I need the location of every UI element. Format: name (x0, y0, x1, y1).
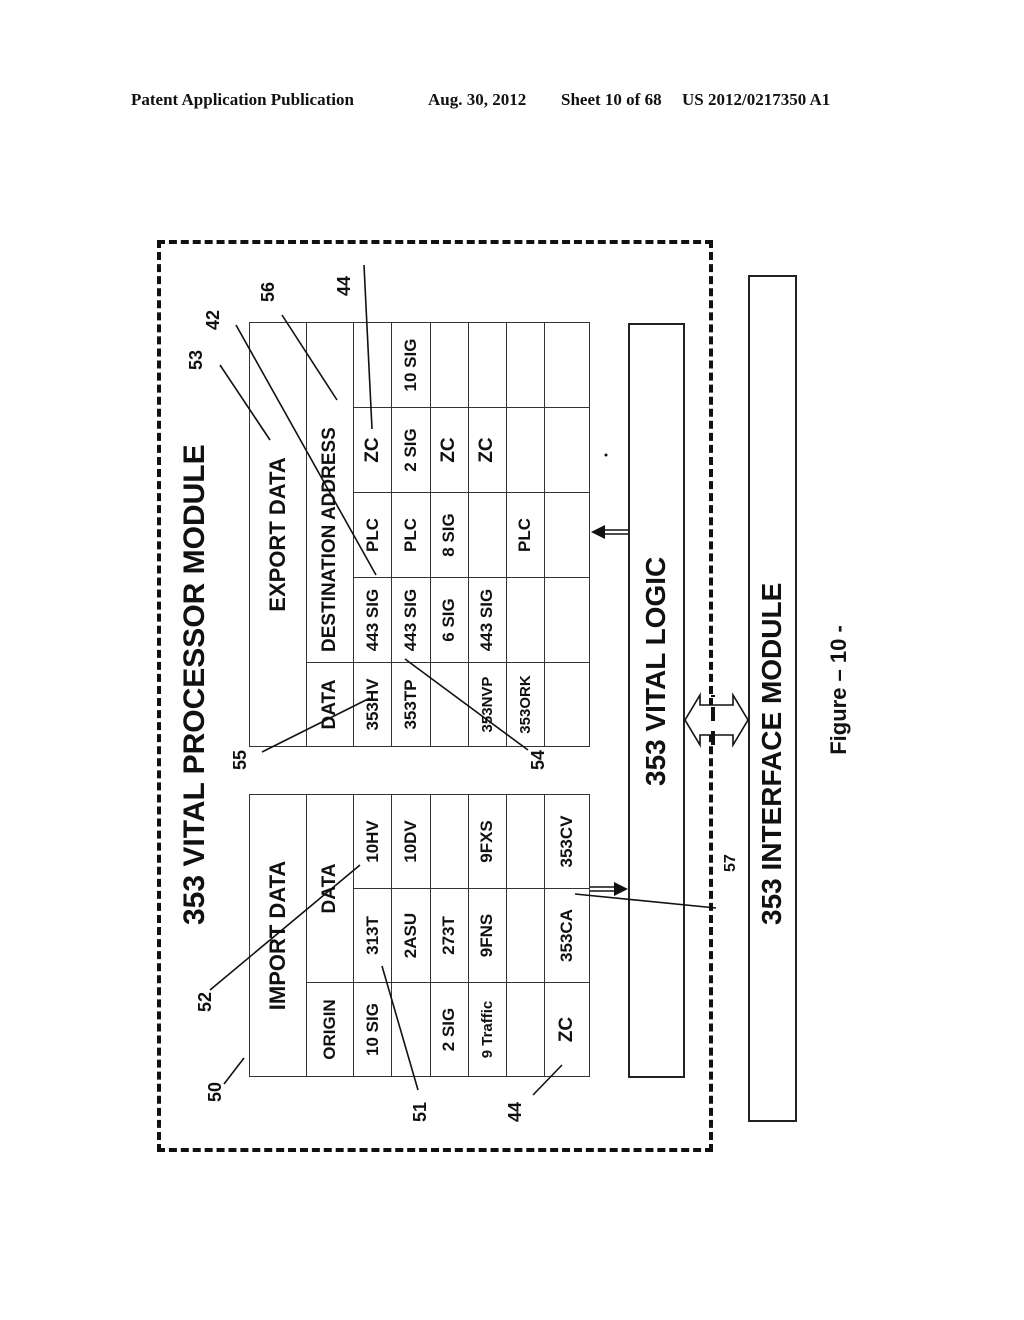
figure-10-diagram: 353 VITAL PROCESSOR MODULE IMPORT DATA O… (0, 0, 1024, 1320)
leader-line-52 (209, 864, 361, 991)
leader-line-51 (381, 965, 419, 1091)
leader-line-50 (223, 1057, 245, 1085)
logic-to-export-arrow (591, 525, 628, 539)
import-to-logic-arrow (590, 882, 628, 896)
leader-line-56 (281, 314, 338, 401)
leader-line-53 (219, 364, 271, 441)
bidirectional-arrow-icon (684, 692, 749, 748)
leader-line-57 (574, 893, 717, 909)
leader-line-44-top (363, 264, 373, 430)
stray-dot (604, 453, 608, 457)
leader-line-54 (404, 658, 529, 751)
leader-line-44-bottom (532, 1064, 563, 1096)
leader-line-42 (235, 324, 377, 576)
connector-layer (209, 264, 749, 1096)
leader-line-55 (261, 697, 371, 753)
